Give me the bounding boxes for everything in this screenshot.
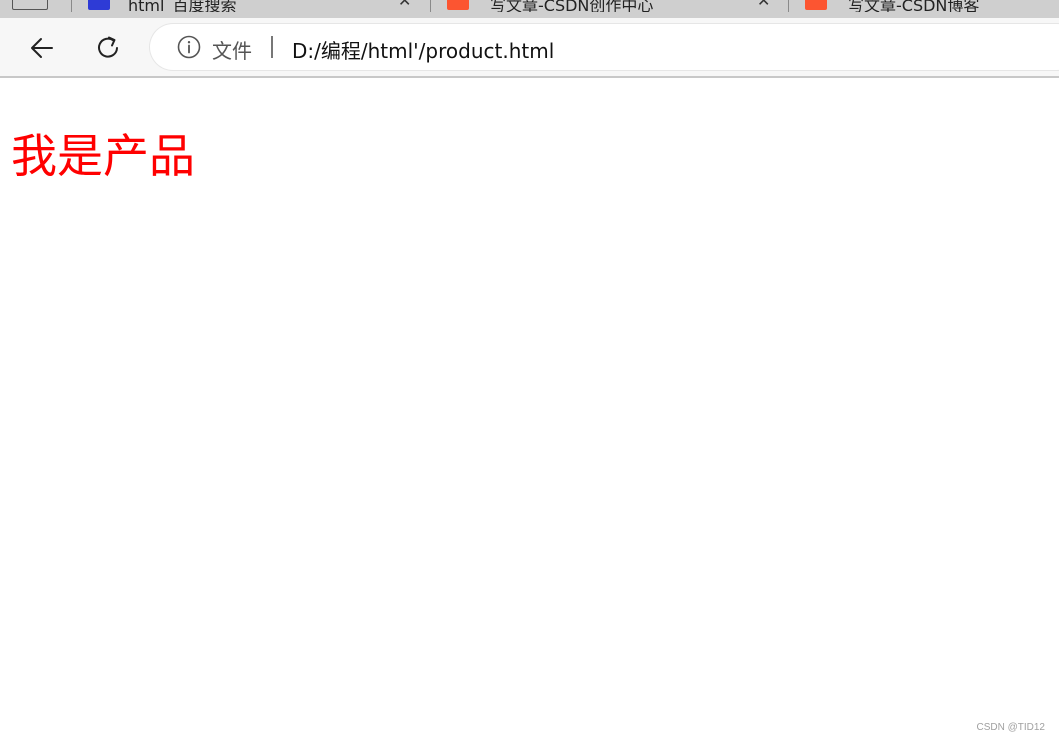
tab-title: 写文章-CSDN创作中心 (490, 0, 654, 12)
address-divider (271, 36, 273, 58)
close-tab-icon[interactable]: ✕ (757, 0, 770, 10)
url-field[interactable]: D:/编程/html'/product.html (292, 35, 554, 64)
tab-actions-icon[interactable] (12, 0, 48, 10)
tab-separator (430, 0, 431, 12)
browser-toolbar: 文件 D:/编程/html'/product.html (0, 18, 1059, 78)
tab-title: html_百度搜索 (128, 0, 237, 12)
address-bar[interactable]: 文件 D:/编程/html'/product.html (150, 24, 1059, 70)
tab-title: 写文章-CSDN博客 (848, 0, 980, 12)
back-button[interactable] (22, 28, 62, 68)
page-heading: 我是产品 (11, 129, 195, 183)
csdn-logo-icon (447, 0, 469, 10)
close-tab-icon[interactable]: ✕ (398, 0, 411, 10)
arrow-left-icon (31, 38, 53, 58)
baidu-paw-icon (88, 0, 110, 10)
info-circle-icon[interactable] (176, 34, 202, 60)
refresh-button[interactable] (88, 28, 128, 68)
tab-strip: html_百度搜索 ✕ 写文章-CSDN创作中心 ✕ 写文章-CSDN博客 (0, 0, 1059, 18)
csdn-logo-icon (805, 0, 827, 10)
tab-separator (71, 0, 72, 12)
refresh-icon (98, 36, 118, 58)
site-info-label[interactable]: 文件 (212, 35, 252, 64)
tab-separator (788, 0, 789, 12)
watermark-text: CSDN @TID12 (976, 722, 1046, 733)
page-content: 我是产品 (0, 78, 1059, 741)
